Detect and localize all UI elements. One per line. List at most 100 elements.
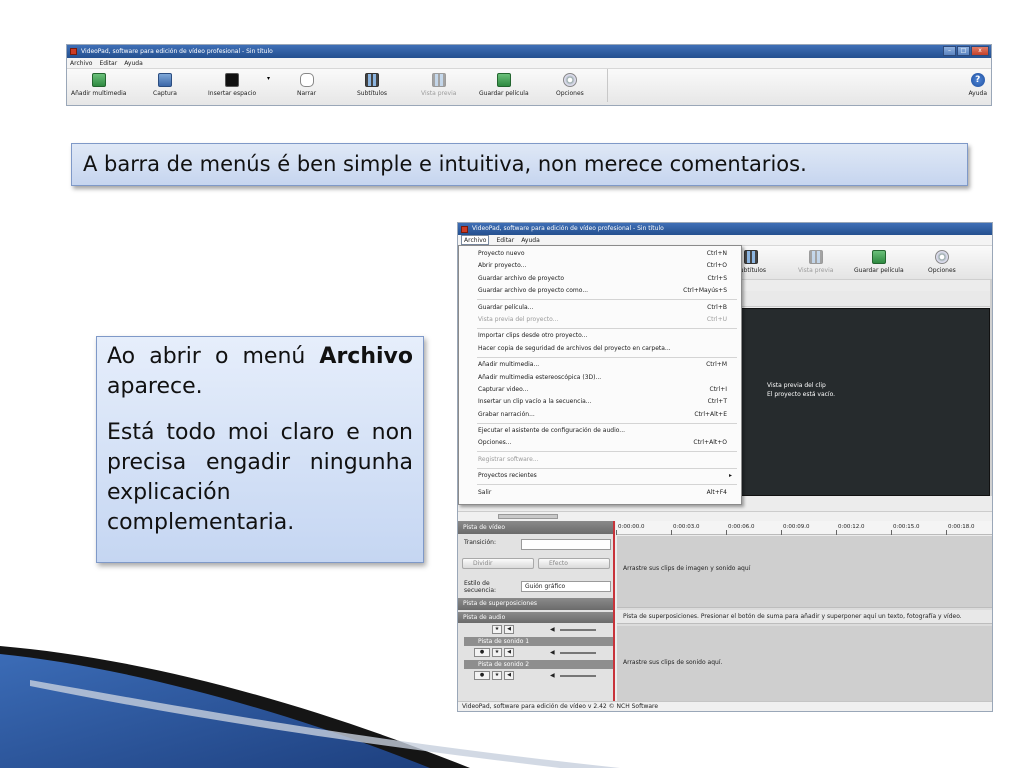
scroll-thumb[interactable] [498, 514, 558, 519]
archivo-emphasis: Archivo [319, 344, 413, 369]
menu-separator [477, 451, 737, 453]
shot-app-icon [461, 226, 468, 233]
menu-editar[interactable]: Editar [99, 58, 117, 68]
menu-item[interactable]: Proyecto nuevo Ctrl+N [459, 248, 741, 260]
menu-item[interactable]: Guardar archivo de proyecto Ctrl+S [459, 273, 741, 285]
save-movie-button[interactable]: Guardar película [479, 73, 529, 97]
preview-button[interactable]: Vista previa [421, 73, 456, 97]
top-app-screenshot: VideoPad, software para edición de vídeo… [66, 44, 992, 106]
menu-item[interactable]: Grabar narración... Ctrl+Alt+E [459, 409, 741, 421]
window-title: VideoPad, software para edición de vídeo… [81, 48, 273, 55]
insert-space-icon [225, 73, 240, 87]
swoosh-blue-shape [0, 648, 440, 768]
menu-item[interactable]: Añadir multimedia estereoscópica (3D)... [459, 372, 741, 384]
menu-item[interactable]: Hacer copia de seguridad de archivos del… [459, 343, 741, 355]
menu-shortcut: Ctrl+M [706, 361, 727, 369]
volume-slider[interactable] [560, 629, 596, 631]
shot-preview-button[interactable]: Vista previa [798, 250, 833, 274]
menu-item[interactable]: Importar clips desde otro proyecto... [459, 330, 741, 342]
menu-shortcut: Ctrl+I [709, 385, 727, 393]
transition-select[interactable] [521, 539, 611, 550]
video-track-lane[interactable]: Arrastre sus clips de imagen y sonido aq… [617, 536, 992, 608]
shot-window-title: VideoPad, software para edición de vídeo… [472, 225, 664, 232]
menu-archivo[interactable]: Archivo [70, 58, 92, 68]
add-media-button[interactable]: Añadir multimedia [71, 73, 126, 97]
menu-separator [477, 356, 737, 358]
shot-menu-editar[interactable]: Editar [496, 235, 514, 245]
titlebar: VideoPad, software para edición de vídeo… [67, 45, 991, 58]
options-icon [562, 73, 577, 87]
menu-shortcut: Ctrl+T [707, 398, 727, 406]
toolbar: Añadir multimedia Captura Insertar espac… [67, 69, 991, 105]
menu-item[interactable]: Insertar un clip vacío a la secuencia...… [459, 396, 741, 408]
menu-item[interactable]: Abrir proyecto... Ctrl+O [459, 260, 741, 272]
decorative-swoosh [0, 646, 620, 768]
split-effect-row: Dividir Efecto [458, 554, 613, 574]
video-track-header: Pista de vídeo [458, 521, 613, 534]
capture-icon [157, 73, 172, 87]
shot-menu-archivo[interactable]: Archivo [461, 235, 490, 245]
menu-ayuda[interactable]: Ayuda [124, 58, 143, 68]
sequence-style-select[interactable]: Guión gráfico [521, 581, 611, 592]
capture-button[interactable]: Captura [153, 73, 177, 97]
transition-row: Transición: [458, 534, 613, 554]
shot-menu-ayuda[interactable]: Ayuda [521, 235, 540, 245]
menu-item[interactable]: Vista previa del proyecto... Ctrl+U [459, 314, 741, 326]
overlay-track-lane[interactable]: Pista de superposiciones. Presionar el b… [617, 610, 992, 624]
shot-save-movie-icon [871, 250, 886, 264]
menu-item[interactable]: Añadir multimedia... Ctrl+M [459, 359, 741, 371]
horizontal-scrollbar[interactable] [458, 511, 992, 521]
menu-shortcut: Ctrl+U [706, 315, 727, 323]
menu-separator [477, 484, 737, 486]
shot-titlebar: VideoPad, software para edición de vídeo… [458, 223, 992, 235]
timeline-label: 0:00:00.0 [618, 524, 645, 530]
menu-item[interactable]: Capturar video... Ctrl+I [459, 384, 741, 396]
shot-preview-icon [808, 250, 823, 264]
shot-options-button[interactable]: Opciones [928, 250, 956, 274]
help-icon: ? [970, 73, 985, 87]
paragraph-2: Está todo moi claro e non precisa engadi… [107, 420, 413, 535]
insert-space-button[interactable]: Insertar espacio [208, 73, 256, 97]
minimize-button[interactable]: – [943, 46, 956, 56]
menu-shortcut: Ctrl+S [707, 274, 727, 282]
volume-icon: ◀ [550, 626, 555, 633]
sequence-style-row: Estilo de secuencia: Guión gráfico [458, 574, 613, 598]
split-button[interactable]: Dividir [462, 558, 534, 569]
menu-item[interactable]: Ejecutar el asistente de configuración d… [459, 425, 741, 437]
preview-side-strip [990, 280, 992, 496]
menu-item[interactable]: Salir Alt+F4 [459, 487, 741, 499]
dropdown-arrow-icon[interactable]: ▾ [267, 75, 270, 82]
menu-item[interactable]: Registrar software... [459, 454, 741, 466]
timeline-ruler[interactable]: 0:00:00.0 0:00:03.0 0:00:06.0 0:00:09.0 0:00… [616, 521, 992, 535]
options-button[interactable]: Opciones [556, 73, 584, 97]
speaker-icon[interactable]: ◀ [504, 625, 514, 634]
timeline-tick [616, 530, 617, 535]
timeline-tick [726, 530, 727, 535]
menu-separator [477, 327, 737, 329]
mute-icon[interactable]: ★ [492, 625, 502, 634]
preview-icon [431, 73, 446, 87]
menu-item[interactable]: Guardar archivo de proyecto como... Ctrl+… [459, 285, 741, 297]
effect-button[interactable]: Efecto [538, 558, 610, 569]
banner-callout: A barra de menús é ben simple e intuitiv… [71, 143, 968, 186]
timeline-tick [836, 530, 837, 535]
menu-shortcut: Ctrl+Alt+O [693, 439, 727, 447]
subtitles-button[interactable]: Subtítulos [357, 73, 387, 97]
help-button[interactable]: ? Ayuda [968, 73, 987, 97]
audio-controls: ★ ◀ ◀ [458, 623, 613, 637]
add-media-icon [91, 73, 106, 87]
shot-save-movie-button[interactable]: Guardar película [854, 250, 904, 274]
toolbar-separator [607, 69, 608, 102]
menu-item[interactable]: Guardar película... Ctrl+B [459, 302, 741, 314]
maximize-button[interactable]: □ [957, 46, 970, 56]
narrate-button[interactable]: Narrar [297, 73, 316, 97]
timeline-tick [781, 530, 782, 535]
menu-item[interactable]: Opciones... Ctrl+Alt+O [459, 437, 741, 449]
close-button[interactable]: x [971, 46, 989, 56]
menu-item[interactable]: Proyectos recientes ▸ [459, 470, 741, 482]
submenu-arrow-icon: ▸ [728, 472, 732, 480]
menu-shortcut: Ctrl+O [706, 262, 727, 270]
menu-shortcut: Alt+F4 [706, 488, 727, 496]
save-movie-icon [496, 73, 511, 87]
menu-separator [477, 422, 737, 424]
